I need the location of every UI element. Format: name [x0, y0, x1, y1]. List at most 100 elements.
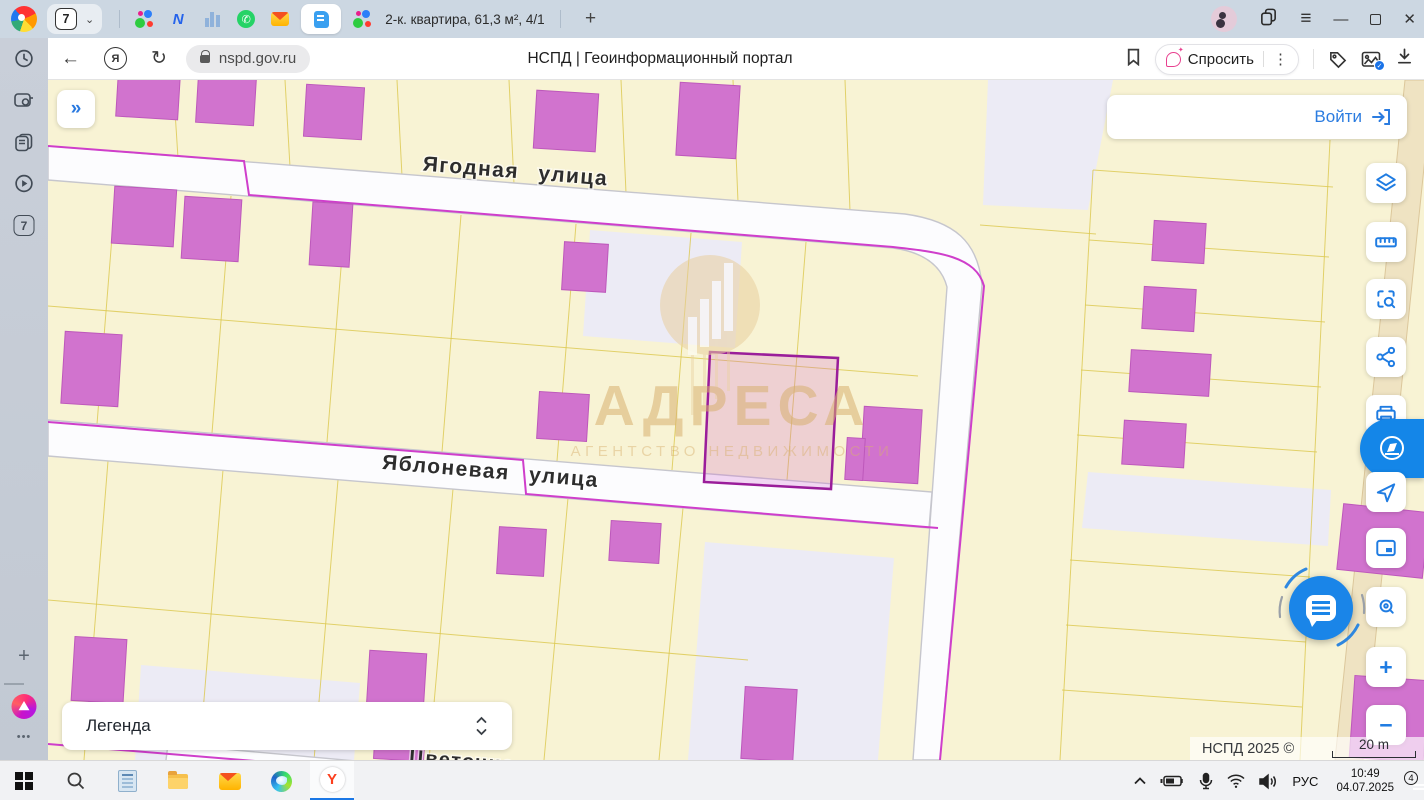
ask-ai-button[interactable]: Спросить ⋮ [1155, 44, 1299, 75]
sidebar-add-icon[interactable]: + [18, 645, 30, 668]
chevron-down-icon[interactable]: ⌄ [85, 13, 94, 26]
side-panel-tab-button[interactable] [1360, 419, 1424, 478]
building [303, 84, 364, 139]
share-icon [1374, 345, 1398, 369]
taskbar-search-button[interactable] [54, 761, 98, 800]
folder-icon [168, 774, 188, 789]
building [111, 186, 176, 247]
address-bar[interactable]: nspd.gov.ru [186, 45, 310, 73]
scale-label: 20 m [1359, 739, 1389, 751]
language-indicator[interactable]: РУС [1292, 774, 1318, 789]
video-play-icon[interactable] [14, 173, 35, 194]
history-icon[interactable] [14, 48, 35, 69]
tab-group-seven-icon[interactable]: 7 [14, 215, 35, 236]
avito-dots-icon [135, 10, 153, 28]
check-badge-icon: ✓ [1374, 60, 1385, 71]
building [181, 196, 242, 261]
active-pinned-tab[interactable] [301, 4, 341, 34]
my-location-button[interactable] [1366, 472, 1406, 512]
taskbar-app-document[interactable] [105, 761, 149, 800]
windows-logo-icon [15, 772, 33, 790]
building [1129, 350, 1211, 397]
profile-avatar[interactable] [1211, 6, 1237, 32]
minimize-button[interactable]: — [1333, 11, 1348, 28]
clock[interactable]: 10:49 04.07.2025 [1336, 767, 1394, 795]
pinned-tab-blue-logo[interactable]: N [166, 7, 190, 31]
speaker-icon[interactable] [1258, 773, 1278, 790]
building [609, 521, 661, 564]
search-location-icon [1374, 595, 1398, 619]
tab-title[interactable]: 2-к. квартира, 61,3 м², 4/1 [385, 12, 544, 27]
alice-assistant-icon[interactable] [12, 694, 37, 719]
building [309, 202, 353, 267]
chat-fab-button[interactable] [1289, 576, 1353, 640]
pinned-tab-buildings[interactable] [200, 7, 224, 31]
yandex-search-icon[interactable]: Я [104, 47, 127, 70]
articles-icon[interactable] [14, 132, 35, 152]
reload-button[interactable]: ↻ [151, 47, 167, 70]
pinned-tab-avito[interactable] [132, 7, 156, 31]
buildings-icon [205, 12, 220, 27]
url-text: nspd.gov.ru [219, 50, 296, 67]
maximize-button[interactable] [1370, 14, 1381, 25]
building [676, 82, 740, 159]
tab-group-switcher[interactable]: 7 ⌄ [47, 4, 102, 34]
login-panel[interactable]: Войти [1107, 95, 1407, 139]
date: 04.07.2025 [1336, 782, 1394, 794]
tabs-panel-icon[interactable] [1259, 7, 1278, 31]
taskbar-file-explorer[interactable] [156, 761, 200, 800]
wifi-icon[interactable] [1226, 773, 1246, 789]
screenshot-icon[interactable] [13, 90, 35, 110]
yandex-browser-logo-icon[interactable] [11, 6, 37, 32]
extension-image-icon[interactable]: ✓ [1361, 51, 1381, 68]
pinned-tab-whatsapp[interactable]: ✆ [234, 7, 258, 31]
search-icon [65, 770, 87, 792]
scale-line [1332, 751, 1416, 758]
menu-icon[interactable]: ≡ [1300, 8, 1311, 30]
legend-panel[interactable]: Легенда [62, 702, 512, 750]
browser-tab-strip: 7 ⌄ N ✆ 2-к. квартира, 61,3 м², 4/1 + ≡ … [0, 0, 1424, 38]
locate-object-button[interactable] [1366, 587, 1406, 627]
zoom-in-button[interactable]: + [1366, 647, 1406, 687]
extension-tag-icon[interactable] [1328, 50, 1347, 69]
svg-text:АДРЕСА: АДРЕСА [594, 374, 871, 438]
share-button[interactable] [1366, 337, 1406, 377]
legend-label: Легенда [86, 716, 151, 736]
measure-button[interactable] [1366, 222, 1406, 262]
tray-chevron-icon[interactable] [1132, 774, 1148, 788]
close-button[interactable]: ✕ [1403, 10, 1416, 28]
building [1152, 220, 1206, 263]
cadastral-map[interactable]: АДРЕСААГЕНТСТВО НЕДВИЖИМОСТИЯгодная улиц… [48, 80, 1424, 760]
picture-in-picture-icon [1374, 536, 1398, 560]
lock-icon[interactable] [200, 55, 210, 63]
time: 10:49 [1351, 768, 1380, 780]
building [196, 80, 257, 126]
back-button[interactable]: ← [61, 48, 80, 70]
login-label[interactable]: Войти [1314, 107, 1362, 127]
taskbar-mail[interactable] [208, 761, 252, 800]
area-search-button[interactable] [1366, 279, 1406, 319]
sidebar-expand-button[interactable]: » [57, 90, 95, 128]
screen: 7 ⌄ N ✆ 2-к. квартира, 61,3 м², 4/1 + ≡ … [0, 0, 1424, 800]
sort-chevrons-icon[interactable] [475, 715, 488, 737]
building [537, 392, 590, 442]
tab-favicon-avito[interactable] [350, 7, 374, 31]
sidebar-more-icon[interactable]: ••• [17, 731, 32, 743]
microphone-icon[interactable] [1198, 772, 1214, 790]
browser-sidebar: 7 + ••• [0, 38, 48, 760]
battery-icon[interactable] [1160, 773, 1186, 789]
taskbar-yandex-browser-active[interactable]: Y [310, 761, 354, 800]
taskbar-edge[interactable] [259, 761, 303, 800]
minimap-button[interactable] [1366, 528, 1406, 568]
bookmark-icon[interactable] [1126, 48, 1141, 71]
new-tab-button[interactable]: + [578, 6, 604, 32]
cadastral-map-svg[interactable]: АДРЕСААГЕНТСТВО НЕДВИЖИМОСТИЯгодная улиц… [48, 80, 1424, 760]
start-button[interactable] [2, 761, 46, 800]
windows-taskbar: Y РУС 10:49 04.07.2025 [0, 760, 1424, 800]
pinned-tab-mail[interactable] [268, 7, 292, 31]
layers-button[interactable] [1366, 163, 1406, 203]
download-icon[interactable] [1395, 47, 1414, 71]
kebab-menu-icon[interactable]: ⋮ [1273, 50, 1288, 68]
page-title: НСПД | Геоинформационный портал [350, 38, 970, 80]
area-search-icon [1374, 287, 1398, 311]
